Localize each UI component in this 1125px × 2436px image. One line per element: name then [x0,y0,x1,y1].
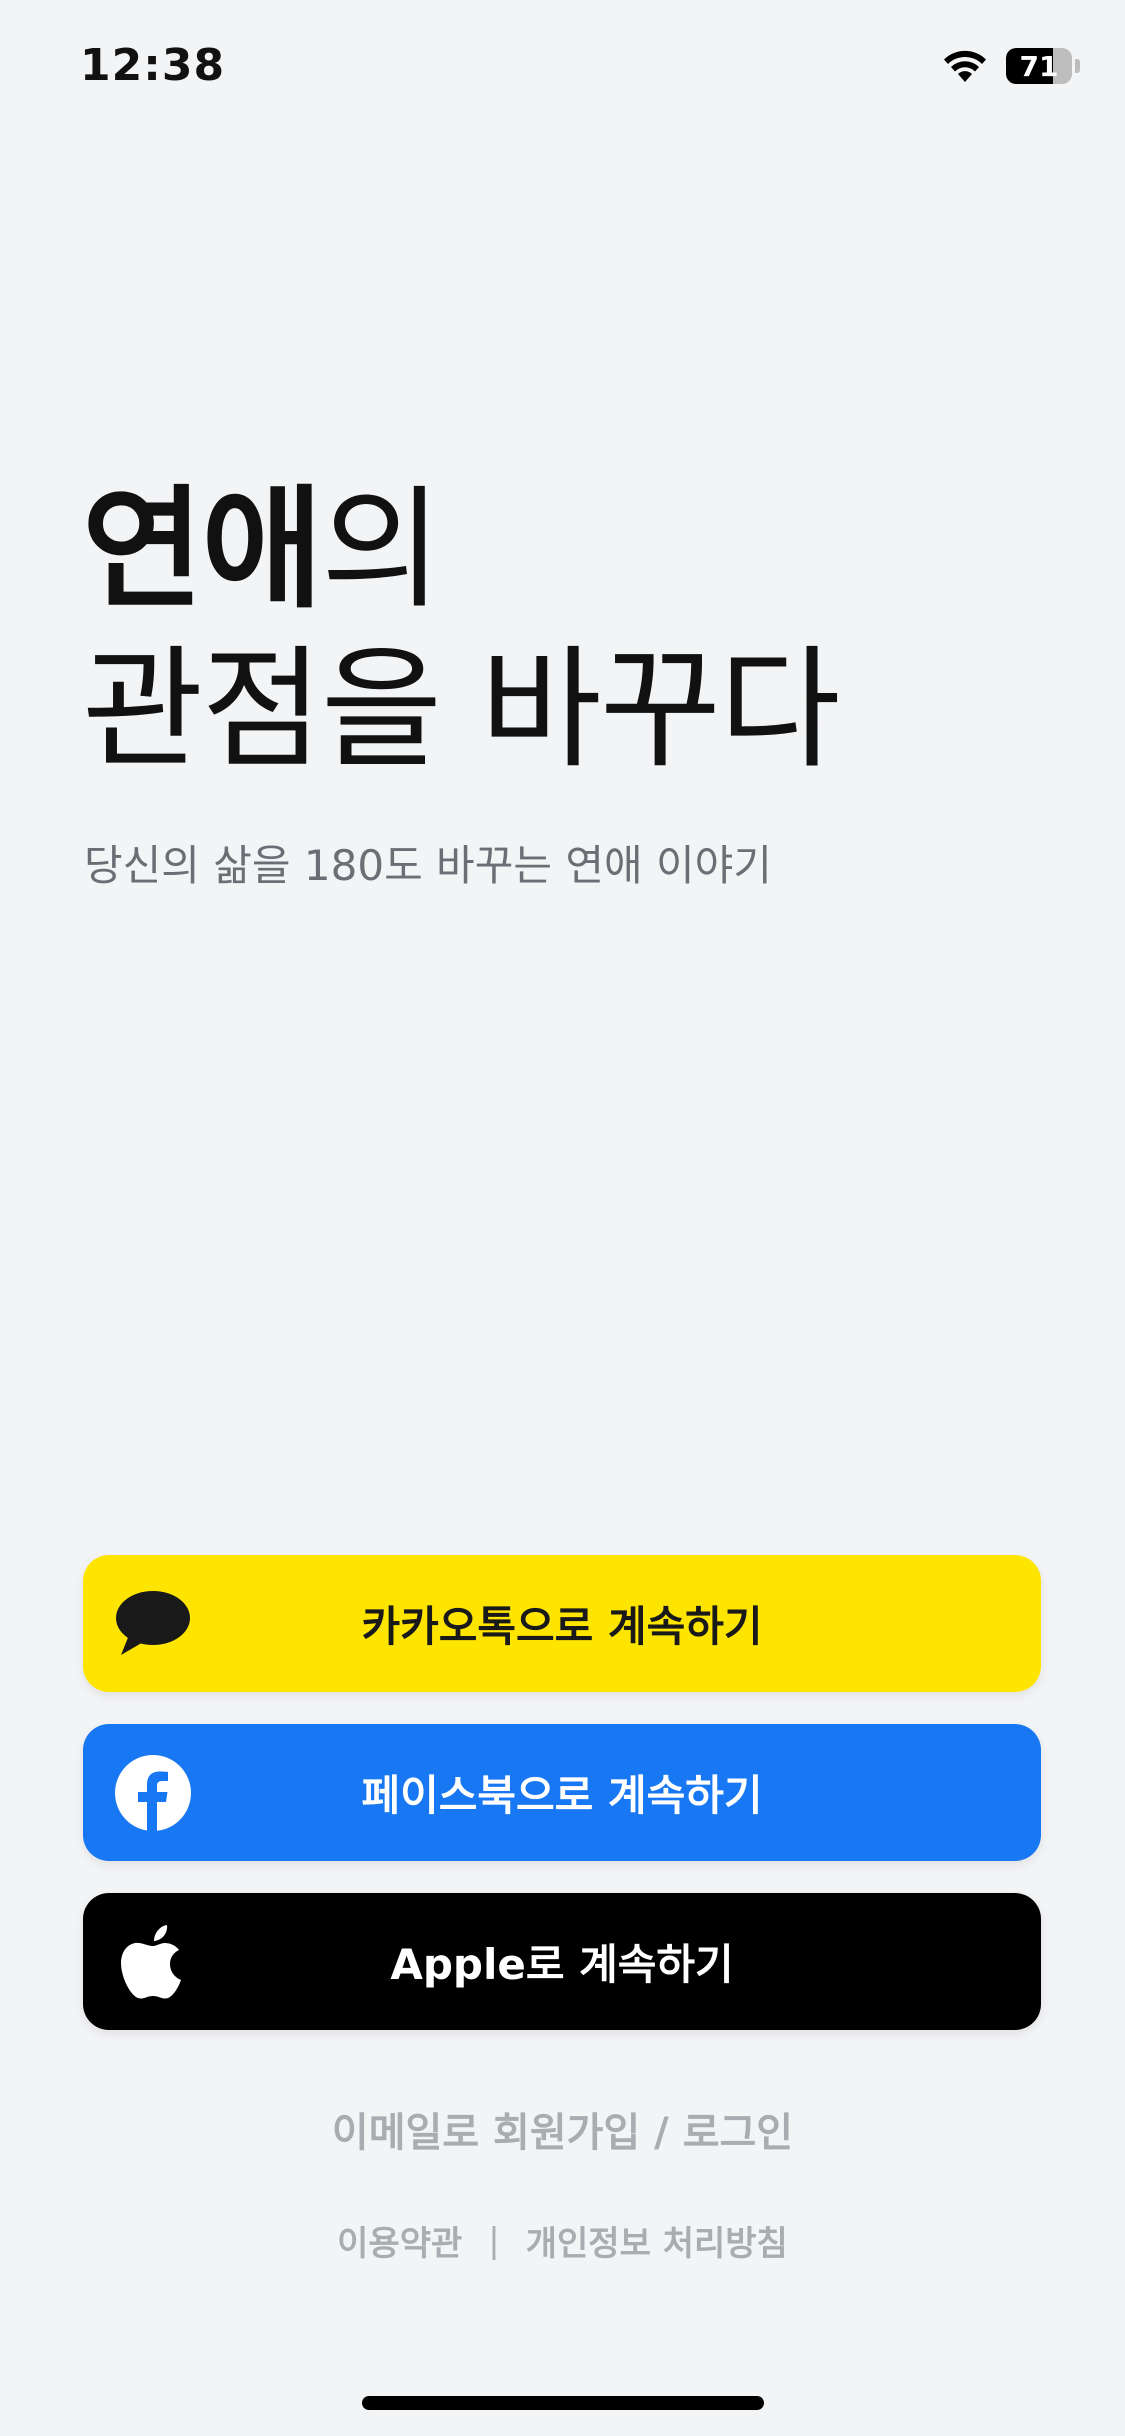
kakao-talk-icon [115,1586,191,1662]
apple-icon [115,1924,191,2000]
apple-login-button[interactable]: Apple로 계속하기 [83,1893,1041,2030]
title-line-1: 연애의 [82,470,839,630]
title-suffix: 의 [320,473,442,627]
privacy-policy-link[interactable]: 개인정보 처리방침 [526,2216,788,2265]
kakao-login-button[interactable]: 카카오톡으로 계속하기 [83,1555,1041,1692]
kakao-login-label: 카카오톡으로 계속하기 [361,1602,763,1651]
apple-login-label: Apple로 계속하기 [390,1940,734,1989]
battery-icon: 71 [1006,48,1080,84]
wifi-icon [942,49,988,83]
status-indicators: 71 [942,48,1080,84]
email-signup-login-link[interactable]: 이메일로 회원가입 / 로그인 [0,2100,1125,2158]
terms-link[interactable]: 이용약관 [337,2216,462,2265]
facebook-login-button[interactable]: 페이스북으로 계속하기 [83,1724,1041,1861]
battery-body: 71 [1006,48,1072,84]
title-line-2: 관점을 바꾸다 [82,633,841,787]
title-bold-word: 연애 [82,473,323,627]
legal-links: 이용약관 | 개인정보 처리방침 [0,2216,1125,2265]
status-time: 12:38 [80,40,226,91]
legal-divider: | [488,2220,500,2261]
home-indicator[interactable] [362,2396,764,2410]
battery-level: 71 [1019,49,1059,83]
facebook-login-label: 페이스북으로 계속하기 [361,1771,763,1820]
page-subtitle: 당신의 삶을 180도 바꾸는 연애 이야기 [84,841,772,890]
page-title: 연애의 관점을 바꾸다 [82,470,841,790]
facebook-icon [115,1754,191,1831]
status-bar: 12:38 71 [0,0,1125,140]
battery-cap [1075,59,1080,73]
